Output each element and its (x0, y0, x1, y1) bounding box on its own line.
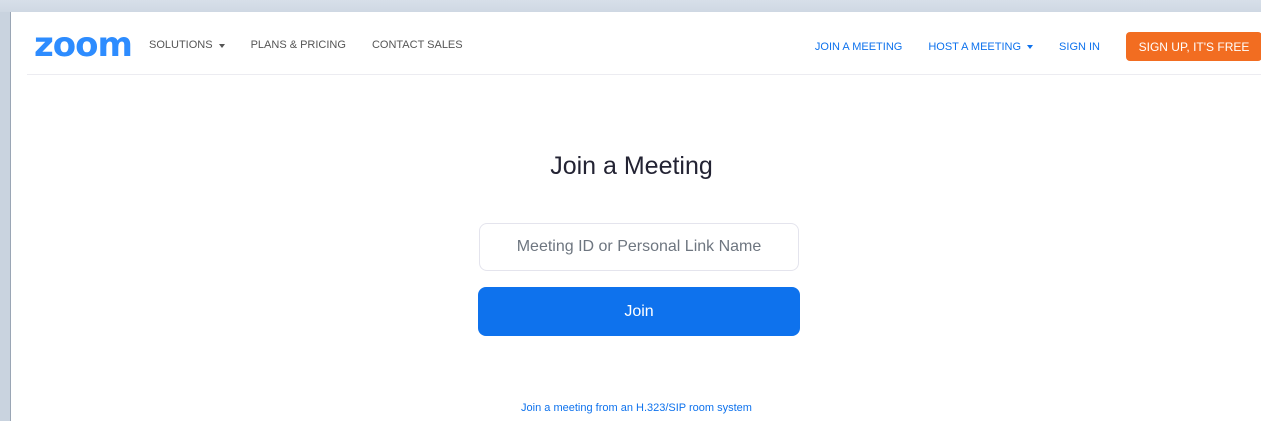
page-title: Join a Meeting (550, 152, 713, 180)
nav-item-sign-in[interactable]: SIGN IN (1059, 40, 1100, 54)
top-navbar: zoom SOLUTIONS PLANS & PRICING CONTACT S… (27, 12, 1261, 75)
nav-item-label: JOIN A MEETING (814, 40, 903, 53)
nav-item-label: HOST A MEETING (928, 40, 1022, 53)
page: zoom SOLUTIONS PLANS & PRICING CONTACT S… (10, 12, 1261, 421)
signup-button[interactable]: SIGN UP, IT'S FREE (1126, 32, 1261, 61)
nav-item-join-a-meeting[interactable]: JOIN A MEETING (815, 40, 902, 54)
nav-item-plans-pricing[interactable]: PLANS & PRICING (251, 38, 346, 52)
nav-item-label: PLANS & PRICING (250, 39, 346, 51)
caret-down-icon (1027, 45, 1034, 49)
join-button[interactable]: Join (478, 287, 800, 336)
nav-item-label: SIGN IN (1059, 40, 1100, 53)
nav-item-solutions[interactable]: SOLUTIONS (149, 38, 225, 52)
h323-room-system-link[interactable]: Join a meeting from an H.323/SIP room sy… (11, 401, 1261, 415)
zoom-logo[interactable]: zoom (34, 28, 133, 62)
nav-right: JOIN A MEETING HOST A MEETING SIGN IN SI… (815, 32, 1261, 61)
nav-item-contact-sales[interactable]: CONTACT SALES (372, 38, 463, 52)
nav-item-label: CONTACT SALES (371, 39, 463, 51)
browser-chrome-strip (0, 0, 1261, 12)
caret-down-icon (218, 43, 225, 48)
meeting-id-input[interactable] (479, 223, 799, 271)
nav-left: SOLUTIONS PLANS & PRICING CONTACT SALES (149, 38, 489, 52)
nav-item-host-a-meeting[interactable]: HOST A MEETING (928, 40, 1034, 54)
nav-item-label: SOLUTIONS (149, 39, 213, 51)
